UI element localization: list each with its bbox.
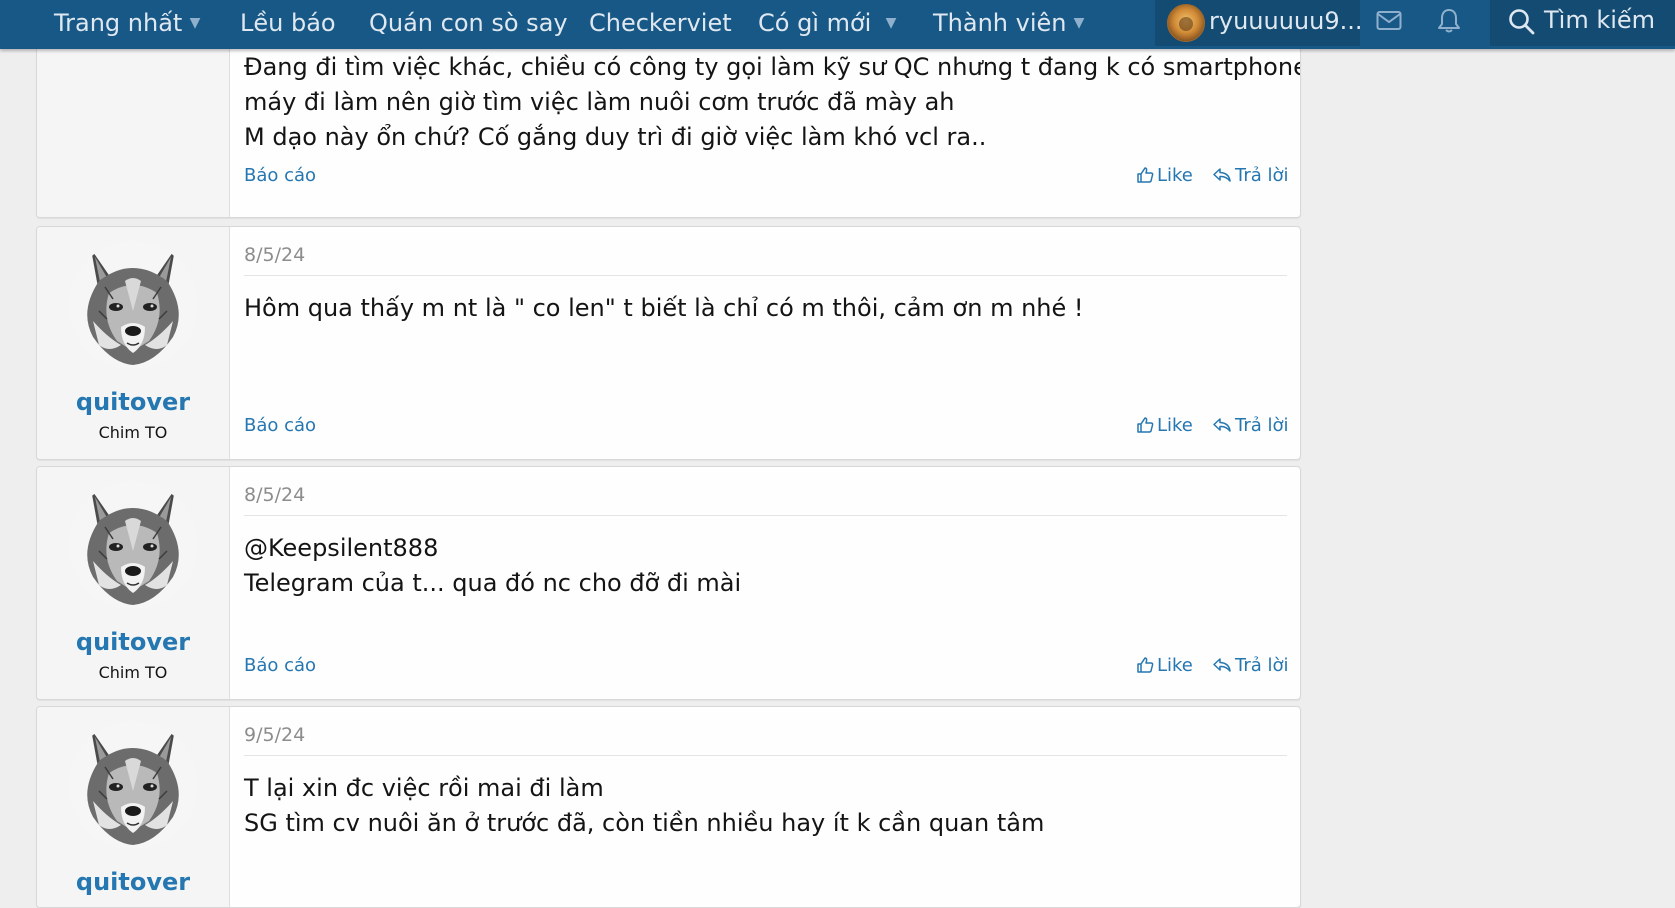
nav-item-quan-con-so-say[interactable]: Quán con sò say — [369, 0, 568, 46]
nav-item-label: Quán con sò say — [369, 9, 568, 37]
user-title: Chim TO — [98, 423, 168, 442]
username-link[interactable]: quitover — [37, 388, 229, 416]
post-message: quitover Chim TO 8/5/24 Hôm qua thấy m n… — [36, 226, 1301, 460]
report-link[interactable]: Báo cáo — [244, 415, 316, 436]
nav-item-label: Lều báo — [240, 9, 336, 37]
thumbs-up-icon — [1137, 657, 1154, 673]
nav-item-co-gi-moi[interactable]: Có gì mới — [758, 0, 871, 46]
like-button[interactable]: Like — [1136, 655, 1193, 676]
wolf-avatar-icon — [69, 241, 197, 369]
search-icon — [1509, 9, 1535, 35]
reply-label: Trả lời — [1235, 165, 1289, 186]
wolf-avatar-icon — [69, 481, 197, 609]
nav-item-thanh-vien[interactable]: Thành viên — [933, 0, 1066, 46]
user-title: Chim TO — [98, 663, 168, 682]
divider — [244, 275, 1287, 276]
post-text-line: SG tìm cv nuôi ăn ở trước đã, còn tiền n… — [244, 809, 1045, 837]
reply-label: Trả lời — [1235, 655, 1289, 676]
search-label[interactable]: Tìm kiếm — [1544, 0, 1655, 46]
reply-icon — [1213, 658, 1231, 672]
reply-label: Trả lời — [1235, 415, 1289, 436]
chevron-down-icon[interactable]: ▼ — [1066, 0, 1092, 46]
report-link[interactable]: Báo cáo — [244, 165, 316, 186]
wolf-avatar-icon — [69, 721, 197, 849]
avatar[interactable] — [1167, 4, 1205, 42]
post-body: @Keepsilent888 Telegram của t... qua đó … — [244, 531, 1284, 601]
alerts-button[interactable] — [1420, 0, 1478, 46]
post-user-cell: quitover Chim TO — [37, 467, 230, 699]
thumbs-up-icon — [1137, 417, 1154, 433]
chevron-down-icon[interactable]: ▼ — [878, 0, 904, 46]
post-body: Hôm qua thấy m nt là " co len" t biết là… — [244, 291, 1284, 326]
reply-button[interactable]: Trả lời — [1212, 165, 1289, 186]
nav-item-checkerviet[interactable]: Checkerviet — [589, 0, 732, 46]
username-link[interactable]: quitover — [37, 628, 229, 656]
avatar[interactable] — [69, 481, 197, 609]
account-name[interactable]: ryuuuuuu9... — [1209, 0, 1363, 46]
post-mention[interactable]: @Keepsilent888 — [244, 531, 1284, 566]
reply-button[interactable]: Trả lời — [1212, 655, 1289, 676]
post-body: T lại xin đc việc rồi mai đi làm SG tìm … — [244, 771, 1284, 841]
post-text-line: Hôm qua thấy m nt là " co len" t biết là… — [244, 294, 1084, 322]
post-text-line: Telegram của t... qua đó nc cho đỡ đi mà… — [244, 569, 742, 597]
nav-item-label: Trang nhất — [54, 9, 183, 37]
like-label: Like — [1157, 165, 1193, 186]
like-label: Like — [1157, 655, 1193, 676]
like-label: Like — [1157, 415, 1193, 436]
nav-item-leu-bao[interactable]: Lều báo — [240, 0, 336, 46]
post-user-cell: quitover — [37, 707, 230, 907]
post-message: quitover Chim TO 8/5/24 @Keepsilent888 T… — [36, 466, 1301, 700]
post-date[interactable]: 8/5/24 — [244, 244, 305, 266]
divider — [244, 755, 1287, 756]
chevron-down-icon[interactable]: ▼ — [182, 0, 208, 46]
nav-item-trang-nhat[interactable]: Trang nhất — [54, 0, 182, 46]
nav-item-label: Thành viên — [933, 9, 1067, 37]
post-text-line: T lại xin đc việc rồi mai đi làm — [244, 774, 604, 802]
envelope-icon — [1376, 11, 1402, 30]
bell-icon — [1438, 9, 1460, 33]
nav-item-label: Có gì mới — [758, 9, 872, 37]
post-text-line: M dạo này ổn chứ? Cố gắng duy trì đi giờ… — [244, 123, 987, 151]
report-link[interactable]: Báo cáo — [244, 655, 316, 676]
post-text-line: máy đi làm nên giờ tìm việc làm nuôi cơm… — [244, 88, 955, 116]
avatar[interactable] — [69, 241, 197, 369]
avatar[interactable] — [69, 721, 197, 849]
post-date[interactable]: 9/5/24 — [244, 724, 305, 746]
top-navigation-bar: Trang nhất ▼ Lều báo Quán con sò say Che… — [0, 0, 1675, 49]
like-button[interactable]: Like — [1136, 415, 1193, 436]
username-link[interactable]: quitover — [37, 868, 229, 896]
post-text-line: Đang đi tìm việc khác, chiều có công ty … — [244, 53, 1301, 81]
thumbs-up-icon — [1137, 167, 1154, 183]
inbox-button[interactable] — [1360, 0, 1418, 46]
post-user-cell: quitover Chim TO — [37, 227, 230, 459]
like-button[interactable]: Like — [1136, 165, 1193, 186]
reply-button[interactable]: Trả lời — [1212, 415, 1289, 436]
reply-icon — [1213, 168, 1231, 182]
nav-item-label: Checkerviet — [589, 9, 732, 37]
post-body: Đang đi tìm việc khác, chiều có công ty … — [244, 50, 1301, 155]
post-date[interactable]: 8/5/24 — [244, 484, 305, 506]
post-message: quitover 9/5/24 T lại xin đc việc rồi ma… — [36, 706, 1301, 908]
reply-icon — [1213, 418, 1231, 432]
divider — [244, 515, 1287, 516]
